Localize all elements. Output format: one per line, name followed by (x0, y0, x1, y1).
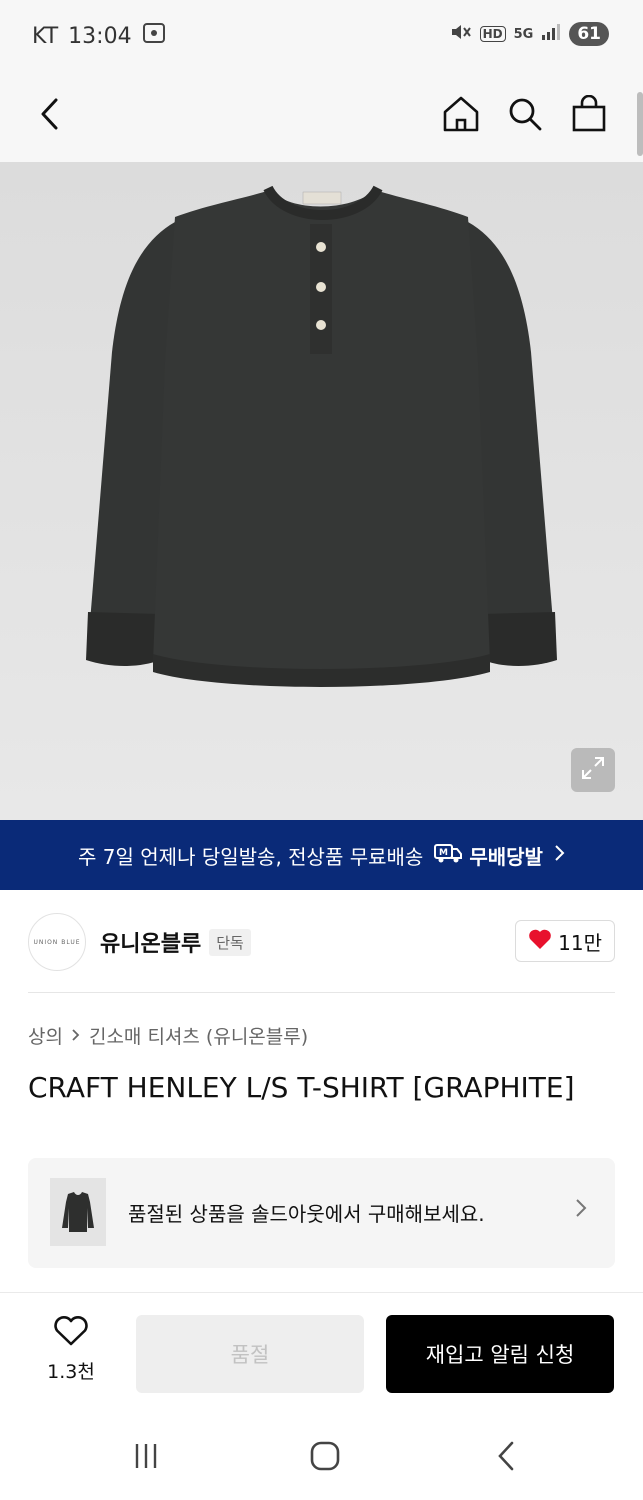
home-icon (441, 94, 481, 138)
back-chevron-icon (496, 1440, 516, 1476)
system-nav-bar (0, 1410, 643, 1500)
back-nav-button[interactable] (486, 1438, 526, 1478)
home-circle-icon (309, 1440, 341, 1476)
chevron-right-icon (553, 843, 565, 867)
signal-icon (541, 23, 561, 45)
cart-button[interactable] (565, 92, 613, 140)
brand-like-count: 11만 (558, 930, 602, 955)
app-header (0, 72, 643, 162)
back-arrow-icon (40, 97, 60, 135)
heart-outline-icon (53, 1316, 89, 1351)
back-button[interactable] (26, 92, 74, 140)
soldout-thumbnail (50, 1178, 106, 1246)
henley-shirt-image (86, 185, 557, 687)
bottom-action-bar: 1.3천 품절 재입고 알림 신청 (0, 1292, 643, 1410)
brand-logo-text: UNION BLUE (33, 938, 81, 946)
chevron-right-icon (71, 1025, 81, 1047)
status-bar: KT 13:04 HD 5G 61 (0, 0, 643, 72)
svg-text:M: M (439, 848, 448, 858)
wishlist-button[interactable]: 1.3천 (40, 1315, 102, 1384)
shopping-bag-icon (571, 94, 607, 137)
delivery-badge-label: 무배당발 (469, 844, 543, 869)
soldout-button: 품절 (136, 1315, 364, 1393)
wishlist-count: 1.3천 (47, 1361, 95, 1383)
breadcrumb: 상의 긴소매 티셔츠 (유니온블루) (28, 1022, 308, 1049)
scrollbar[interactable] (637, 92, 643, 156)
delivery-badge: M 무배당발 (433, 841, 543, 870)
soldout-text: 품절된 상품을 솔드아웃에서 구매해보세요. (128, 1202, 485, 1226)
network-icon: 5G (513, 26, 534, 42)
delivery-text: 주 7일 언제나 당일발송, 전상품 무료배송 (78, 844, 424, 869)
clock: 13:04 (68, 23, 132, 49)
breadcrumb-category[interactable]: 상의 (28, 1022, 63, 1049)
recent-apps-button[interactable] (126, 1438, 166, 1478)
restock-alert-button[interactable]: 재입고 알림 신청 (386, 1315, 614, 1393)
breadcrumb-subcategory[interactable]: 긴소매 티셔츠 (유니온블루) (89, 1022, 308, 1049)
search-icon (506, 95, 544, 137)
mute-icon (450, 22, 472, 46)
chevron-right-icon (575, 1198, 587, 1222)
battery-indicator: 61 (569, 22, 609, 46)
search-button[interactable] (501, 92, 549, 140)
divider (28, 992, 615, 993)
carrier-label: KT (32, 23, 59, 49)
product-title: CRAFT HENLEY L/S T-SHIRT [GRAPHITE] (28, 1071, 575, 1104)
recent-apps-icon (131, 1441, 161, 1475)
home-nav-button[interactable] (305, 1438, 345, 1478)
screenshot-icon (142, 22, 166, 50)
product-image[interactable] (0, 162, 643, 820)
brand-row: UNION BLUE 유니온블루 단독 11만 (28, 912, 615, 972)
brand-logo[interactable]: UNION BLUE (28, 913, 86, 971)
brand-name[interactable]: 유니온블루 (100, 926, 201, 958)
brand-like-button[interactable]: 11만 (515, 920, 615, 962)
expand-image-button[interactable] (571, 748, 615, 792)
delivery-banner[interactable]: 주 7일 언제나 당일발송, 전상품 무료배송 M 무배당발 (0, 820, 643, 890)
hd-icon: HD (479, 26, 506, 42)
soldout-card[interactable]: 품절된 상품을 솔드아웃에서 구매해보세요. (28, 1158, 615, 1268)
heart-filled-icon (528, 928, 552, 955)
home-button[interactable] (437, 92, 485, 140)
expand-icon (580, 755, 606, 785)
exclusive-badge: 단독 (209, 928, 251, 956)
delivery-truck-icon: M (433, 842, 463, 869)
